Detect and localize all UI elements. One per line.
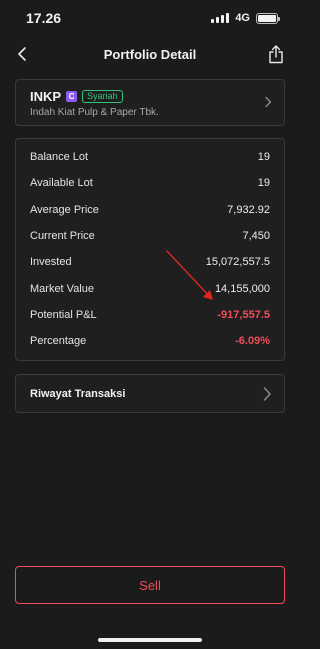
detail-value: -6.09% bbox=[235, 335, 270, 348]
stock-header: INKP C Syariah bbox=[30, 89, 270, 104]
stock-ticker: INKP bbox=[30, 89, 62, 104]
home-indicator bbox=[98, 638, 202, 642]
company-name: Indah Kiat Pulp & Paper Tbk. bbox=[30, 107, 159, 118]
detail-value: 7,932.92 bbox=[227, 203, 270, 216]
detail-row-balance-lot: Balance Lot 19 bbox=[30, 144, 270, 170]
detail-value: 19 bbox=[257, 177, 270, 190]
battery-icon bbox=[256, 12, 280, 24]
detail-label: Potential P&L bbox=[30, 308, 97, 321]
nav-bar: Portfolio Detail bbox=[0, 36, 300, 72]
status-bar: 17.26 4G bbox=[0, 0, 300, 36]
detail-value: 19 bbox=[257, 151, 270, 164]
sell-button[interactable]: Sell bbox=[15, 566, 285, 604]
transaction-history-button[interactable]: Riwayat Transaksi bbox=[15, 374, 285, 413]
portfolio-details: Balance Lot 19 Available Lot 19 Average … bbox=[15, 138, 285, 361]
detail-label: Average Price bbox=[30, 203, 99, 216]
signal-icon bbox=[211, 13, 230, 23]
detail-label: Invested bbox=[30, 256, 72, 269]
syariah-badge: Syariah bbox=[82, 90, 123, 103]
stock-card[interactable]: INKP C Syariah Indah Kiat Pulp & Paper T… bbox=[15, 79, 285, 126]
back-button[interactable] bbox=[10, 42, 34, 66]
detail-label: Percentage bbox=[30, 335, 87, 348]
transaction-history-label: Riwayat Transaksi bbox=[30, 387, 126, 400]
share-icon bbox=[269, 45, 283, 64]
detail-label: Market Value bbox=[30, 282, 94, 295]
detail-value: 14,155,000 bbox=[214, 282, 270, 295]
detail-row-market-value: Market Value 14,155,000 bbox=[30, 275, 270, 301]
chevron-left-icon bbox=[18, 47, 26, 61]
network-label: 4G bbox=[235, 12, 250, 24]
status-indicators: 4G bbox=[211, 12, 280, 24]
chevron-right-icon bbox=[263, 387, 271, 401]
page-title: Portfolio Detail bbox=[103, 46, 197, 62]
detail-label: Available Lot bbox=[30, 177, 93, 190]
detail-value: 7,450 bbox=[242, 230, 270, 243]
detail-label: Balance Lot bbox=[30, 151, 89, 164]
share-button[interactable] bbox=[264, 41, 288, 67]
syariah-icon: C bbox=[66, 91, 78, 102]
annotation-arrow-icon bbox=[166, 250, 213, 300]
sell-label: Sell bbox=[139, 577, 161, 593]
status-time: 17.26 bbox=[26, 10, 62, 26]
detail-row-potential-pl: Potential P&L -917,557.5 bbox=[30, 302, 270, 328]
detail-row-percentage: Percentage -6.09% bbox=[30, 328, 270, 354]
detail-row-available-lot: Available Lot 19 bbox=[30, 170, 270, 196]
chevron-right-icon bbox=[265, 96, 272, 108]
detail-row-invested: Invested 15,072,557.5 bbox=[30, 249, 270, 275]
detail-value: -917,557.5 bbox=[217, 308, 270, 321]
detail-label: Current Price bbox=[30, 230, 95, 243]
detail-row-average-price: Average Price 7,932.92 bbox=[30, 197, 270, 223]
detail-row-current-price: Current Price 7,450 bbox=[30, 223, 270, 249]
